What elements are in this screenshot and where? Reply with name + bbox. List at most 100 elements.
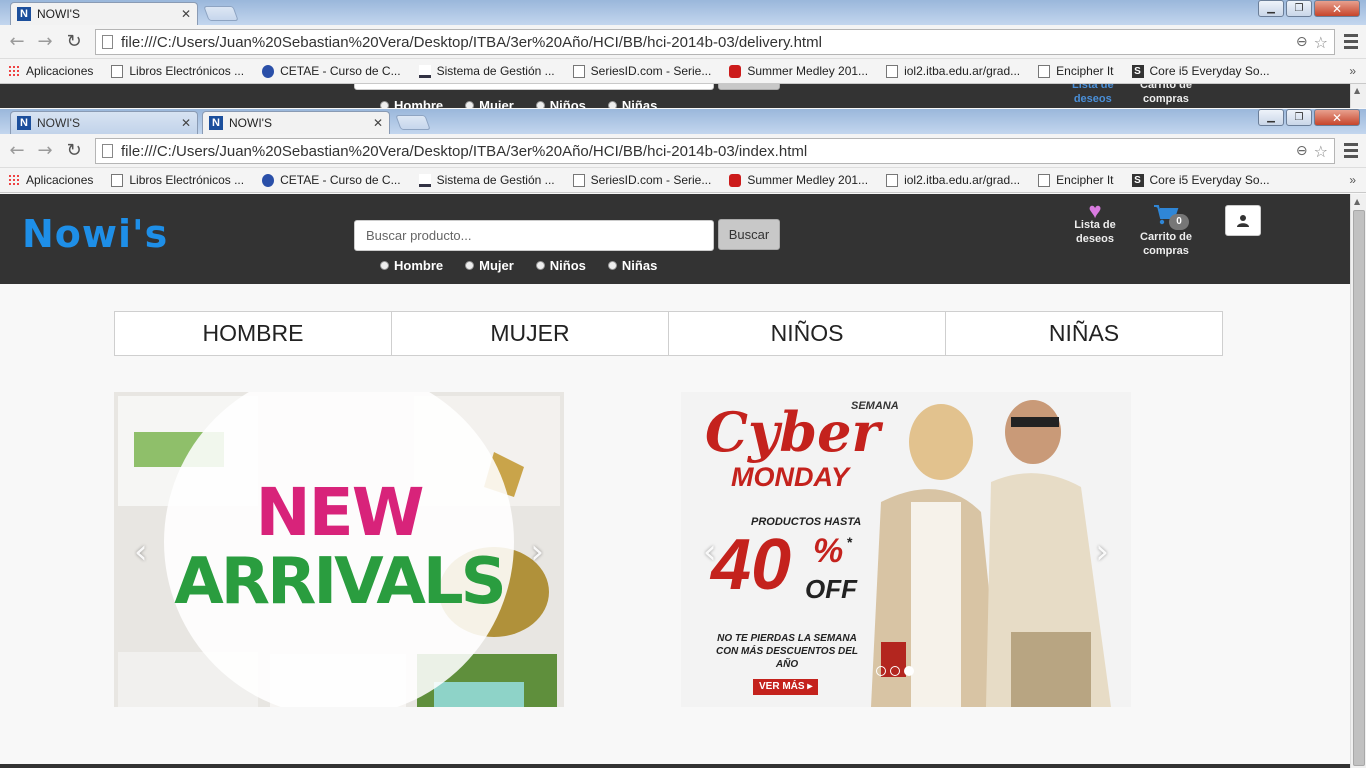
search-input[interactable] [354,84,714,90]
cart-label[interactable]: Carrito de compras [1140,84,1192,106]
reload-icon[interactable]: ↻ [63,31,85,52]
category-mujer[interactable]: MUJER [391,311,669,356]
carousel-dot-active[interactable] [904,666,914,676]
bookmarks-overflow-button[interactable]: » [1349,173,1356,187]
filter-ninos[interactable]: Niños [535,258,586,273]
bookmark-item[interactable]: S Core i5 Everyday So... [1131,173,1270,187]
wishlist-link[interactable]: ♥ Lista de deseos [1072,200,1118,246]
bookmark-item[interactable]: Libros Electrónicos ... [111,64,244,78]
chrome-menu-icon[interactable] [1344,143,1358,161]
reload-icon[interactable]: ↻ [63,140,85,161]
bookmark-item[interactable]: Sistema de Gestión ... [418,64,555,78]
bookmark-star-icon[interactable]: ☆ [1314,142,1328,161]
new-tab-button[interactable] [395,115,431,130]
ver-mas-label: VER MÁS [759,681,805,692]
back-arrow-icon[interactable]: ← [6,31,28,52]
maximize-icon[interactable]: ❐ [1286,109,1312,126]
carousel-prev-icon[interactable]: ‹ [703,532,717,572]
category-ninos[interactable]: NIÑOS [668,311,946,356]
minimize-icon[interactable]: ▁ [1258,109,1284,126]
youtube-icon [729,64,742,78]
bookmark-item[interactable]: SeriesID.com - Serie... [572,173,711,187]
bookmark-item[interactable]: Encipher It [1038,173,1114,187]
filter-ninas[interactable]: Niñas [607,98,657,108]
zoom-icon[interactable]: ⊖ [1296,34,1308,50]
close-window-icon[interactable]: ✕ [1314,109,1360,126]
filter-mujer[interactable]: Mujer [465,98,514,108]
cart-link[interactable]: Carrito de compras [1138,204,1194,258]
bookmark-item[interactable]: Aplicaciones [8,64,93,78]
bookmark-item[interactable]: CETAE - Curso de C... [262,173,401,187]
chrome-menu-icon[interactable] [1344,34,1358,52]
search-button[interactable]: Buscar [718,84,780,90]
search-input[interactable] [354,220,714,251]
zoom-icon[interactable]: ⊖ [1296,143,1308,159]
bookmark-item[interactable]: Encipher It [1038,64,1114,78]
new-tab-button[interactable] [203,6,239,21]
tab-nowis-1[interactable]: N NOWI'S ✕ [10,111,198,134]
close-window-icon[interactable]: ✕ [1314,0,1360,17]
bookmark-item[interactable]: iol2.itba.edu.ar/grad... [886,64,1020,78]
apps-icon [8,64,20,78]
category-ninas[interactable]: NIÑAS [945,311,1223,356]
address-bar[interactable]: file:///C:/Users/Juan%20Sebastian%20Vera… [95,29,1335,55]
back-arrow-icon[interactable]: ← [6,140,28,161]
carousel-next-icon[interactable]: › [530,532,544,572]
bookmark-item[interactable]: Libros Electrónicos ... [111,173,244,187]
category-nav: HOMBRE MUJER NIÑOS NIÑAS [114,311,1223,356]
bookmark-item[interactable]: Aplicaciones [8,173,93,187]
filter-ninas[interactable]: Niñas [607,258,657,273]
close-tab-icon[interactable]: ✕ [373,116,383,130]
bookmark-item[interactable]: Summer Medley 201... [729,64,868,78]
category-hombre[interactable]: HOMBRE [114,311,392,356]
scroll-up-icon[interactable]: ▲ [1354,197,1360,206]
maximize-icon[interactable]: ❐ [1286,0,1312,17]
filter-mujer[interactable]: Mujer [465,258,514,273]
banner-percent-sign: % [813,532,844,570]
site-logo[interactable]: Nowi's [22,212,168,256]
url-text[interactable]: file:///C:/Users/Juan%20Sebastian%20Vera… [121,34,1296,51]
minimize-icon[interactable]: ▁ [1258,0,1284,17]
address-bar[interactable]: file:///C:/Users/Juan%20Sebastian%20Vera… [95,138,1335,164]
bookmark-item[interactable]: iol2.itba.edu.ar/grad... [886,173,1020,187]
forward-arrow-icon[interactable]: → [34,140,56,161]
bookmarks-overflow-button[interactable]: » [1349,64,1356,78]
close-tab-icon[interactable]: ✕ [181,116,191,130]
tab-nowis-2-active[interactable]: N NOWI'S ✕ [202,111,390,134]
forward-arrow-icon[interactable]: → [34,31,56,52]
s-icon: S [1131,64,1144,78]
user-account-button[interactable] [1225,205,1261,236]
filter-ninos[interactable]: Niños [535,98,586,108]
page-scrollbar[interactable]: ▲ [1350,194,1366,768]
scroll-up-icon[interactable]: ▲ [1354,86,1360,95]
back-scrollbar[interactable]: ▲ [1350,84,1366,108]
nowis-favicon-icon: N [17,116,31,130]
bookmarks-bar: Aplicaciones Libros Electrónicos ... CET… [0,168,1366,193]
radio-icon[interactable] [380,261,389,270]
carousel-dot[interactable] [876,666,886,676]
url-text[interactable]: file:///C:/Users/Juan%20Sebastian%20Vera… [121,143,1296,160]
radio-icon[interactable] [465,261,475,270]
bookmark-item[interactable]: SeriesID.com - Serie... [572,64,711,78]
search-button[interactable]: Buscar [718,219,780,250]
carousel-dot[interactable] [890,666,900,676]
bookmark-item[interactable]: S Core i5 Everyday So... [1131,64,1270,78]
back-tab-nowis[interactable]: N NOWI'S ✕ [10,2,198,25]
close-tab-icon[interactable]: ✕ [181,7,191,21]
bookmark-star-icon[interactable]: ☆ [1314,33,1328,52]
site-logo[interactable]: Nowi's [22,84,168,88]
bookmark-item[interactable]: Sistema de Gestión ... [418,173,555,187]
bookmark-item[interactable]: Summer Medley 201... [729,173,868,187]
bookmark-item[interactable]: CETAE - Curso de C... [262,64,401,78]
carousel-next-icon[interactable]: › [1095,532,1109,572]
filter-hombre[interactable]: Hombre [380,98,443,108]
radio-icon[interactable] [607,261,617,270]
bookmark-label: iol2.itba.edu.ar/grad... [904,173,1021,187]
wishlist-label[interactable]: Lista de deseos [1072,84,1114,106]
filter-hombre[interactable]: Hombre [380,258,443,273]
scrollbar-thumb[interactable] [1353,210,1365,766]
radio-icon[interactable] [535,261,545,270]
carousel-new-arrivals: NEW ARRIVALS ‹ › [114,392,564,707]
ver-mas-button[interactable]: VER MÁS ▸ [753,679,819,695]
carousel-prev-icon[interactable]: ‹ [134,532,148,572]
